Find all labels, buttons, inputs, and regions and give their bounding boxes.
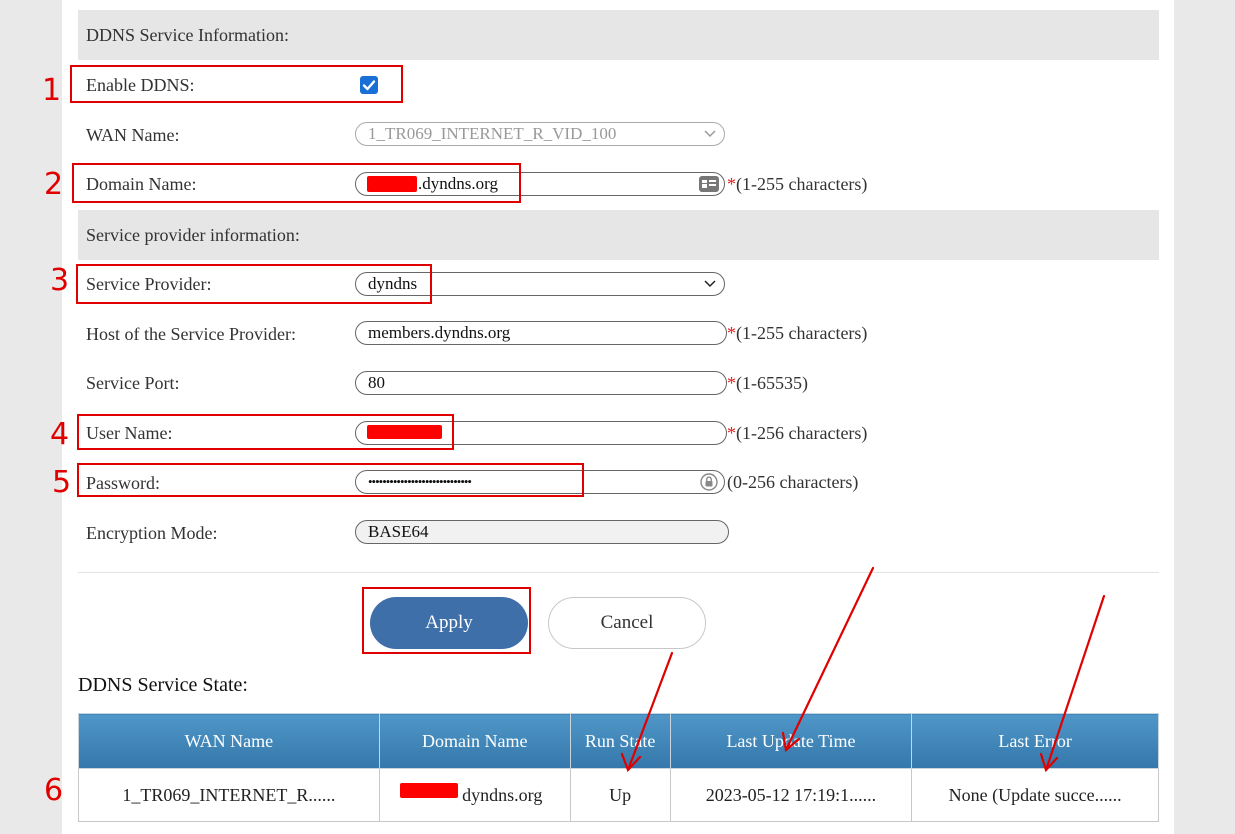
arrow-last-error (1044, 594, 1106, 772)
arrow-run-state (626, 651, 674, 772)
arrow-last-update (784, 566, 875, 752)
annotation-arrows (620, 566, 1106, 773)
